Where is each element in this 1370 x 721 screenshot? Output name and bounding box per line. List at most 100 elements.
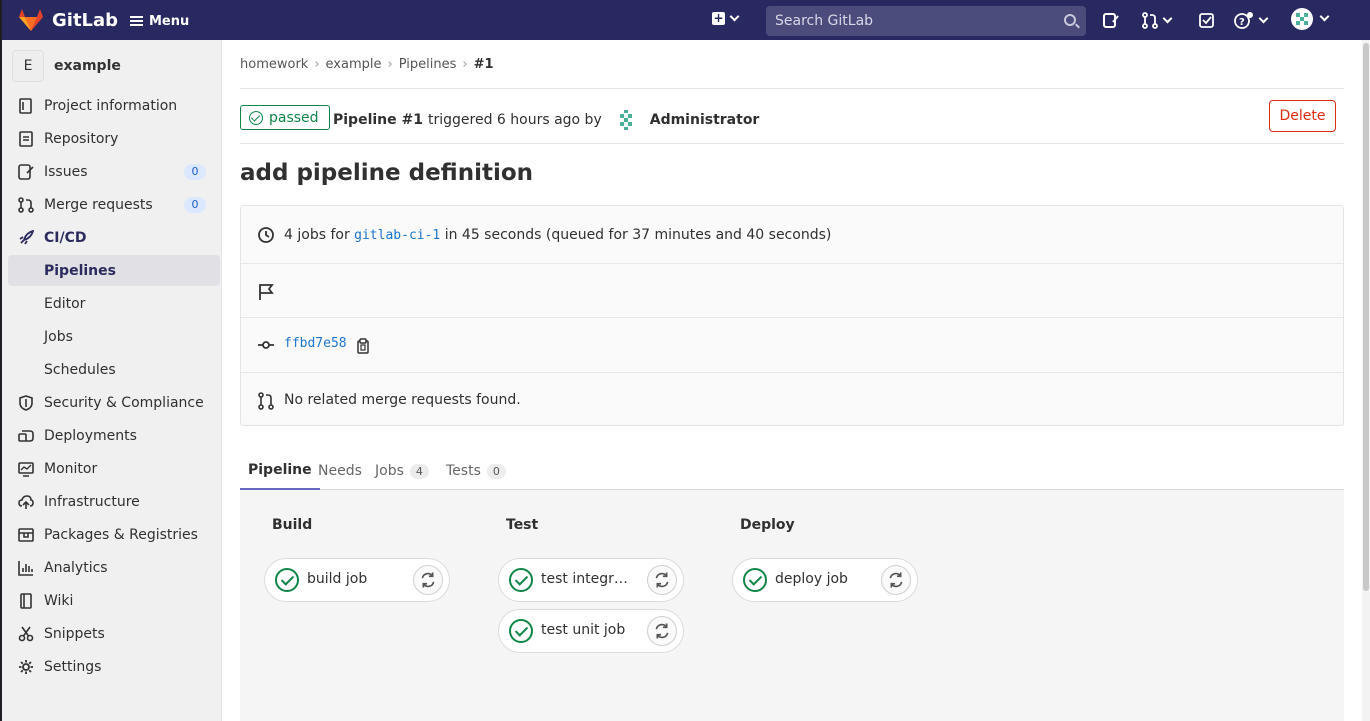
search-input[interactable]: Search GitLab <box>766 6 1086 36</box>
sidebar-item-snippets[interactable]: Snippets <box>8 618 220 649</box>
retry-icon[interactable] <box>647 565 677 595</box>
merge-requests-shortcut-button[interactable] <box>1142 12 1173 29</box>
commit-sha-link[interactable]: ffbd7e58 <box>284 336 347 351</box>
breadcrumb: homework › example › Pipelines › #1 <box>240 57 494 72</box>
pipeline-status-badge[interactable]: passed <box>240 105 330 130</box>
job-card[interactable]: test unit job <box>498 609 684 653</box>
pipeline-commit-row: ffbd7e58 <box>241 317 1343 372</box>
sidebar-item-monitor[interactable]: Monitor <box>8 453 220 484</box>
user-avatar-icon <box>1291 7 1313 30</box>
issues-shortcut-button[interactable] <box>1102 12 1120 29</box>
sidebar-item-label: Monitor <box>44 460 98 477</box>
page-title: add pipeline definition <box>240 160 534 186</box>
job-card[interactable]: build job <box>264 558 450 602</box>
tab-tests[interactable]: Tests 0 <box>446 452 506 490</box>
author-avatar-icon[interactable] <box>614 109 637 131</box>
help-question-icon: ? <box>1234 12 1253 29</box>
sidebar-item-label: Issues <box>44 163 88 180</box>
sidebar-item-packages-registries[interactable]: Packages & Registries <box>8 519 220 550</box>
clock-icon <box>258 227 274 243</box>
sidebar-item-settings[interactable]: Settings <box>8 651 220 682</box>
sidebar-item-label: Deployments <box>44 427 137 444</box>
pipeline-jobs-row: 4 jobs for gitlab-ci-1 in 45 seconds (qu… <box>241 206 1343 263</box>
tab-needs[interactable]: Needs <box>318 452 362 490</box>
job-card[interactable]: test integra... <box>498 558 684 602</box>
page-scrollbar[interactable] <box>1362 40 1370 721</box>
job-name: test unit job <box>541 622 626 638</box>
project-link[interactable]: E example <box>12 50 121 82</box>
help-button[interactable]: ? <box>1234 12 1269 29</box>
deployments-icon <box>18 430 34 442</box>
sidebar-item-security-compliance[interactable]: Security & Compliance <box>8 387 220 418</box>
sidebar-item-label: Repository <box>44 130 119 147</box>
sidebar-item-schedules[interactable]: Schedules <box>8 354 220 385</box>
retry-icon[interactable] <box>413 565 443 595</box>
hamburger-icon <box>130 16 143 26</box>
menu-button[interactable]: Menu <box>130 9 189 33</box>
book-icon <box>20 593 32 609</box>
chevron-right-icon: › <box>462 57 468 72</box>
status-label: passed <box>269 109 319 126</box>
sidebar-item-deployments[interactable]: Deployments <box>8 420 220 451</box>
pipeline-info: Pipeline #1 triggered 6 hours ago by Adm… <box>333 109 759 131</box>
todos-button[interactable] <box>1199 12 1215 29</box>
sidebar-item-jobs[interactable]: Jobs <box>8 321 220 352</box>
tab-jobs[interactable]: Jobs 4 <box>375 452 429 490</box>
doc-icon <box>19 131 33 147</box>
tab-count-badge: 0 <box>486 463 506 479</box>
breadcrumb-item[interactable]: Pipelines <box>399 57 457 72</box>
sidebar-item-repository[interactable]: Repository <box>8 123 220 154</box>
sidebar-item-label: Settings <box>44 658 102 675</box>
job-name: test integra... <box>541 571 633 587</box>
plus-square-icon: + <box>712 11 725 25</box>
sidebar-item-label: Project information <box>44 97 178 114</box>
copy-clipboard-icon[interactable] <box>356 338 370 354</box>
pipeline-merge-requests-row: No related merge requests found. <box>241 372 1343 426</box>
package-icon <box>18 528 34 542</box>
delete-button[interactable]: Delete <box>1269 100 1336 132</box>
chevron-right-icon: › <box>314 57 320 72</box>
divider <box>240 143 1344 144</box>
new-dropdown-button[interactable]: + <box>712 11 740 25</box>
user-menu-button[interactable] <box>1291 7 1330 30</box>
search-icon <box>1064 14 1076 26</box>
job-name: build job <box>307 571 368 587</box>
tab-pipeline[interactable]: Pipeline <box>240 452 320 490</box>
status-success-icon <box>509 619 533 643</box>
breadcrumb-item[interactable]: example <box>326 57 382 72</box>
top-navbar: GitLab Menu + Search GitLab ? <box>2 0 1370 40</box>
tab-label: Pipeline <box>248 462 312 478</box>
svg-text:?: ? <box>1239 17 1245 28</box>
status-success-icon <box>509 568 533 592</box>
sidebar: E example Project information Repository… <box>2 40 222 721</box>
job-card[interactable]: deploy job <box>732 558 918 602</box>
project-name: example <box>54 58 121 74</box>
retry-icon[interactable] <box>647 616 677 646</box>
sidebar-item-label: Pipelines <box>44 262 116 279</box>
sidebar-item-wiki[interactable]: Wiki <box>8 585 220 616</box>
sidebar-item-issues[interactable]: Issues 0 <box>8 156 220 187</box>
sidebar-item-pipelines[interactable]: Pipelines <box>8 255 220 286</box>
sidebar-item-label: Wiki <box>44 592 74 609</box>
chevron-down-icon <box>729 11 740 22</box>
pipeline-author[interactable]: Administrator <box>650 112 760 128</box>
divider <box>240 88 1344 89</box>
chevron-right-icon: › <box>387 57 393 72</box>
sidebar-item-label: CI/CD <box>44 229 87 246</box>
breadcrumb-current[interactable]: #1 <box>474 57 494 72</box>
branch-link[interactable]: gitlab-ci-1 <box>354 228 440 243</box>
sidebar-item-project-information[interactable]: Project information <box>8 90 220 121</box>
sidebar-item-label: Packages & Registries <box>44 526 198 543</box>
sidebar-item-infrastructure[interactable]: Infrastructure <box>8 486 220 517</box>
tab-label: Tests <box>446 463 481 479</box>
sidebar-item-analytics[interactable]: Analytics <box>8 552 220 583</box>
breadcrumb-item[interactable]: homework <box>240 57 308 72</box>
sidebar-item-cicd[interactable]: CI/CD <box>8 222 220 253</box>
brand-name[interactable]: GitLab <box>52 10 118 31</box>
sidebar-item-editor[interactable]: Editor <box>8 288 220 319</box>
gitlab-logo-icon[interactable] <box>18 8 44 32</box>
scrollbar-thumb[interactable] <box>1363 43 1369 591</box>
retry-icon[interactable] <box>881 565 911 595</box>
chart-icon <box>18 561 33 576</box>
sidebar-item-merge-requests[interactable]: Merge requests 0 <box>8 189 220 220</box>
